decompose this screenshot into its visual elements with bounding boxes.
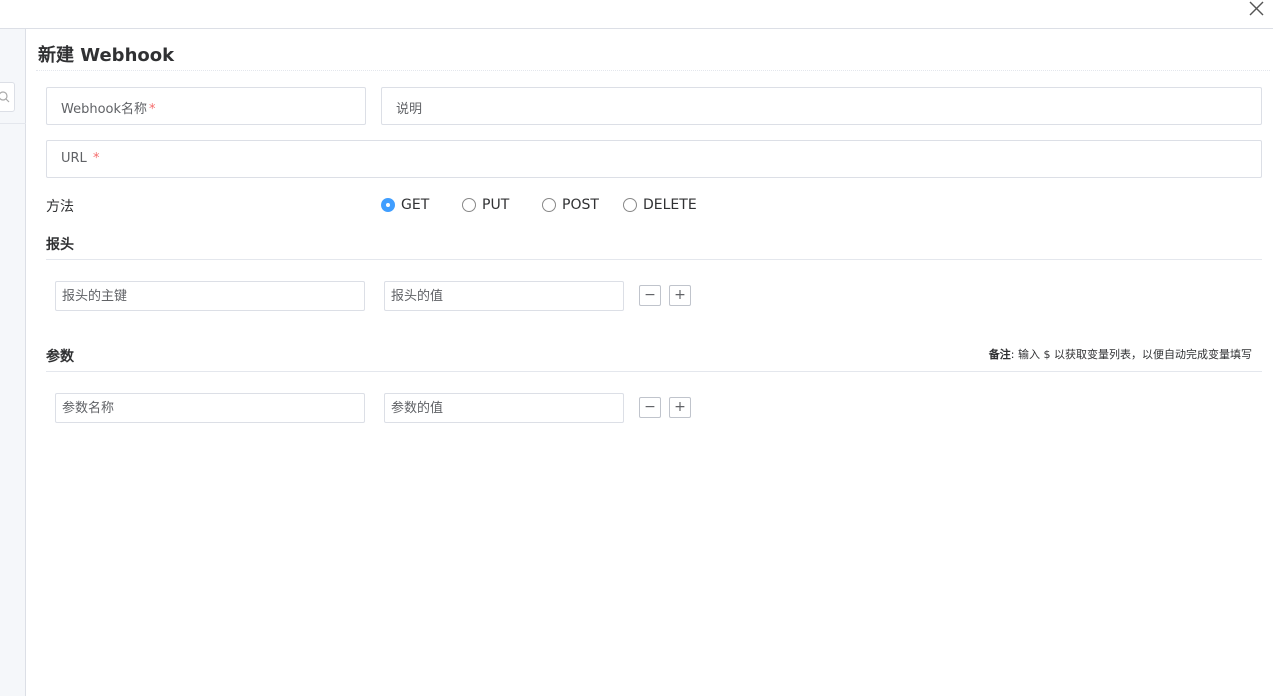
param-name-input[interactable] [55,393,365,423]
required-mark: * [92,151,100,166]
url-field[interactable]: URL * [46,140,1262,178]
webhook-name-field[interactable]: Webhook名称 * [46,87,366,125]
background-panel [0,29,26,696]
description-field[interactable]: 说明 [381,87,1262,125]
remove-param-button[interactable]: − [639,397,661,418]
radio-unchecked-icon [623,198,637,212]
divider [0,123,26,124]
radio-unchecked-icon [542,198,556,212]
radio-unchecked-icon [462,198,476,212]
method-radio-put[interactable]: PUT [462,197,509,213]
param-value-input[interactable] [384,393,624,423]
header-value-input[interactable] [384,281,624,311]
plus-icon: + [674,399,686,415]
minus-icon: − [644,287,656,303]
header-key-input[interactable] [55,281,365,311]
webhook-name-label: Webhook名称 * [61,102,156,117]
method-radio-post[interactable]: POST [542,197,599,213]
url-label: URL * [61,151,100,166]
method-label: 方法 [46,199,74,215]
add-param-button[interactable]: + [669,397,691,418]
minus-icon: − [644,399,656,415]
search-icon [0,91,10,103]
required-mark: * [149,102,156,117]
plus-icon: + [674,287,686,303]
method-radio-delete[interactable]: DELETE [623,197,697,213]
method-radio-get[interactable]: GET [381,197,429,213]
remove-header-button[interactable]: − [639,285,661,306]
radio-checked-icon [381,198,395,212]
params-section-title: 参数 [46,349,74,365]
add-header-button[interactable]: + [669,285,691,306]
params-divider [46,371,1262,372]
headers-section-title: 报头 [46,237,74,253]
headers-divider [46,259,1262,260]
background-search-box [0,82,15,112]
dialog-topbar [0,0,1273,29]
title-divider [36,70,1270,71]
params-note: 备注: 输入 $ 以获取变量列表，以便自动完成变量填写 [988,348,1252,361]
dialog-title: 新建 Webhook [38,45,175,66]
close-icon [1249,1,1264,16]
close-button[interactable] [1247,0,1267,18]
description-label: 说明 [396,102,423,117]
